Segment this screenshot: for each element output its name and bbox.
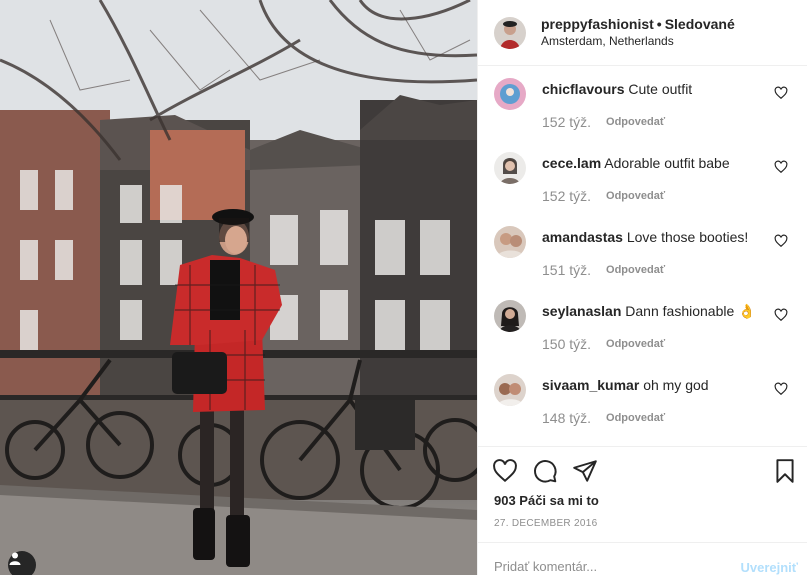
reply-button[interactable]: Odpovedať [606, 412, 665, 424]
likes-count[interactable]: 903 Páči sa mi to [494, 493, 599, 508]
comment-time[interactable]: 148 týž. [542, 410, 591, 426]
heart-icon[interactable] [492, 458, 518, 484]
comment-like-icon[interactable] [774, 308, 788, 322]
person-icon [9, 552, 21, 565]
post-details-panel: preppyfashionist • Sledované Amsterdam, Ne… [477, 0, 807, 575]
author-username[interactable]: preppyfashionist [541, 16, 654, 32]
post-actions: 903 Páči sa mi to 27. DECEMBER 2016 [478, 446, 807, 541]
commenter-avatar[interactable] [494, 78, 526, 110]
comments-list[interactable]: chicflavours Cute outfit 152 týž. Odpoved… [478, 66, 807, 446]
comment-item: amandastas Love those booties! 151 týž. O… [494, 214, 794, 288]
comment-username[interactable]: cece.lam [542, 155, 601, 171]
comment-time[interactable]: 152 týž. [542, 188, 591, 204]
comment-item: cece.lam Adorable outfit babe 152 týž. Od… [494, 140, 794, 214]
comment-like-icon[interactable] [774, 160, 788, 174]
comment-item: chicflavours Cute outfit 152 týž. Odpoved… [494, 66, 794, 140]
post-comment-button[interactable]: Uverejniť [740, 560, 798, 575]
follow-status-button[interactable]: Sledované [665, 16, 735, 32]
reply-button[interactable]: Odpovedať [606, 264, 665, 276]
reply-button[interactable]: Odpovedať [606, 338, 665, 350]
post-date[interactable]: 27. DECEMBER 2016 [494, 518, 597, 529]
instagram-post: preppyfashionist • Sledované Amsterdam, Ne… [0, 0, 807, 575]
reply-button[interactable]: Odpovedať [606, 190, 665, 202]
comment-text: Cute outfit [628, 81, 693, 97]
comment-icon[interactable] [532, 458, 558, 484]
comment-like-icon[interactable] [774, 234, 788, 248]
post-photo[interactable] [0, 0, 477, 575]
photo-illustration [0, 0, 477, 575]
comment-like-icon[interactable] [774, 382, 788, 396]
commenter-avatar[interactable] [494, 300, 526, 332]
comment-time[interactable]: 151 týž. [542, 262, 591, 278]
comment-item: sivaam_kumar oh my god 148 týž. Odpovedať [494, 362, 794, 436]
comment-like-icon[interactable] [774, 86, 788, 100]
comment-input[interactable] [494, 559, 714, 574]
commenter-avatar[interactable] [494, 226, 526, 258]
add-comment-bar: Uverejniť [478, 542, 807, 575]
reply-button[interactable]: Odpovedať [606, 116, 665, 128]
comment-text: Adorable outfit babe [604, 155, 730, 171]
share-icon[interactable] [572, 458, 598, 484]
commenter-avatar[interactable] [494, 374, 526, 406]
post-location[interactable]: Amsterdam, Netherlands [541, 33, 735, 49]
comment-username[interactable]: seylanaslan [542, 303, 621, 319]
comment-text: Dann fashionable 👌 [625, 303, 756, 319]
comment-username[interactable]: sivaam_kumar [542, 377, 639, 393]
header-separator: • [656, 16, 662, 32]
user-tags-button[interactable] [8, 551, 36, 575]
comment-time[interactable]: 150 týž. [542, 336, 591, 352]
post-header: preppyfashionist • Sledované Amsterdam, Ne… [478, 0, 807, 66]
bookmark-icon[interactable] [772, 458, 798, 484]
author-avatar[interactable] [494, 16, 526, 49]
comment-username[interactable]: amandastas [542, 229, 623, 245]
commenter-avatar[interactable] [494, 152, 526, 184]
comment-text: oh my god [643, 377, 709, 393]
comment-time[interactable]: 152 týž. [542, 114, 591, 130]
comment-text: Love those booties! [626, 229, 749, 245]
comment-username[interactable]: chicflavours [542, 81, 624, 97]
comment-item: seylanaslan Dann fashionable 👌 150 týž. O… [494, 288, 794, 362]
